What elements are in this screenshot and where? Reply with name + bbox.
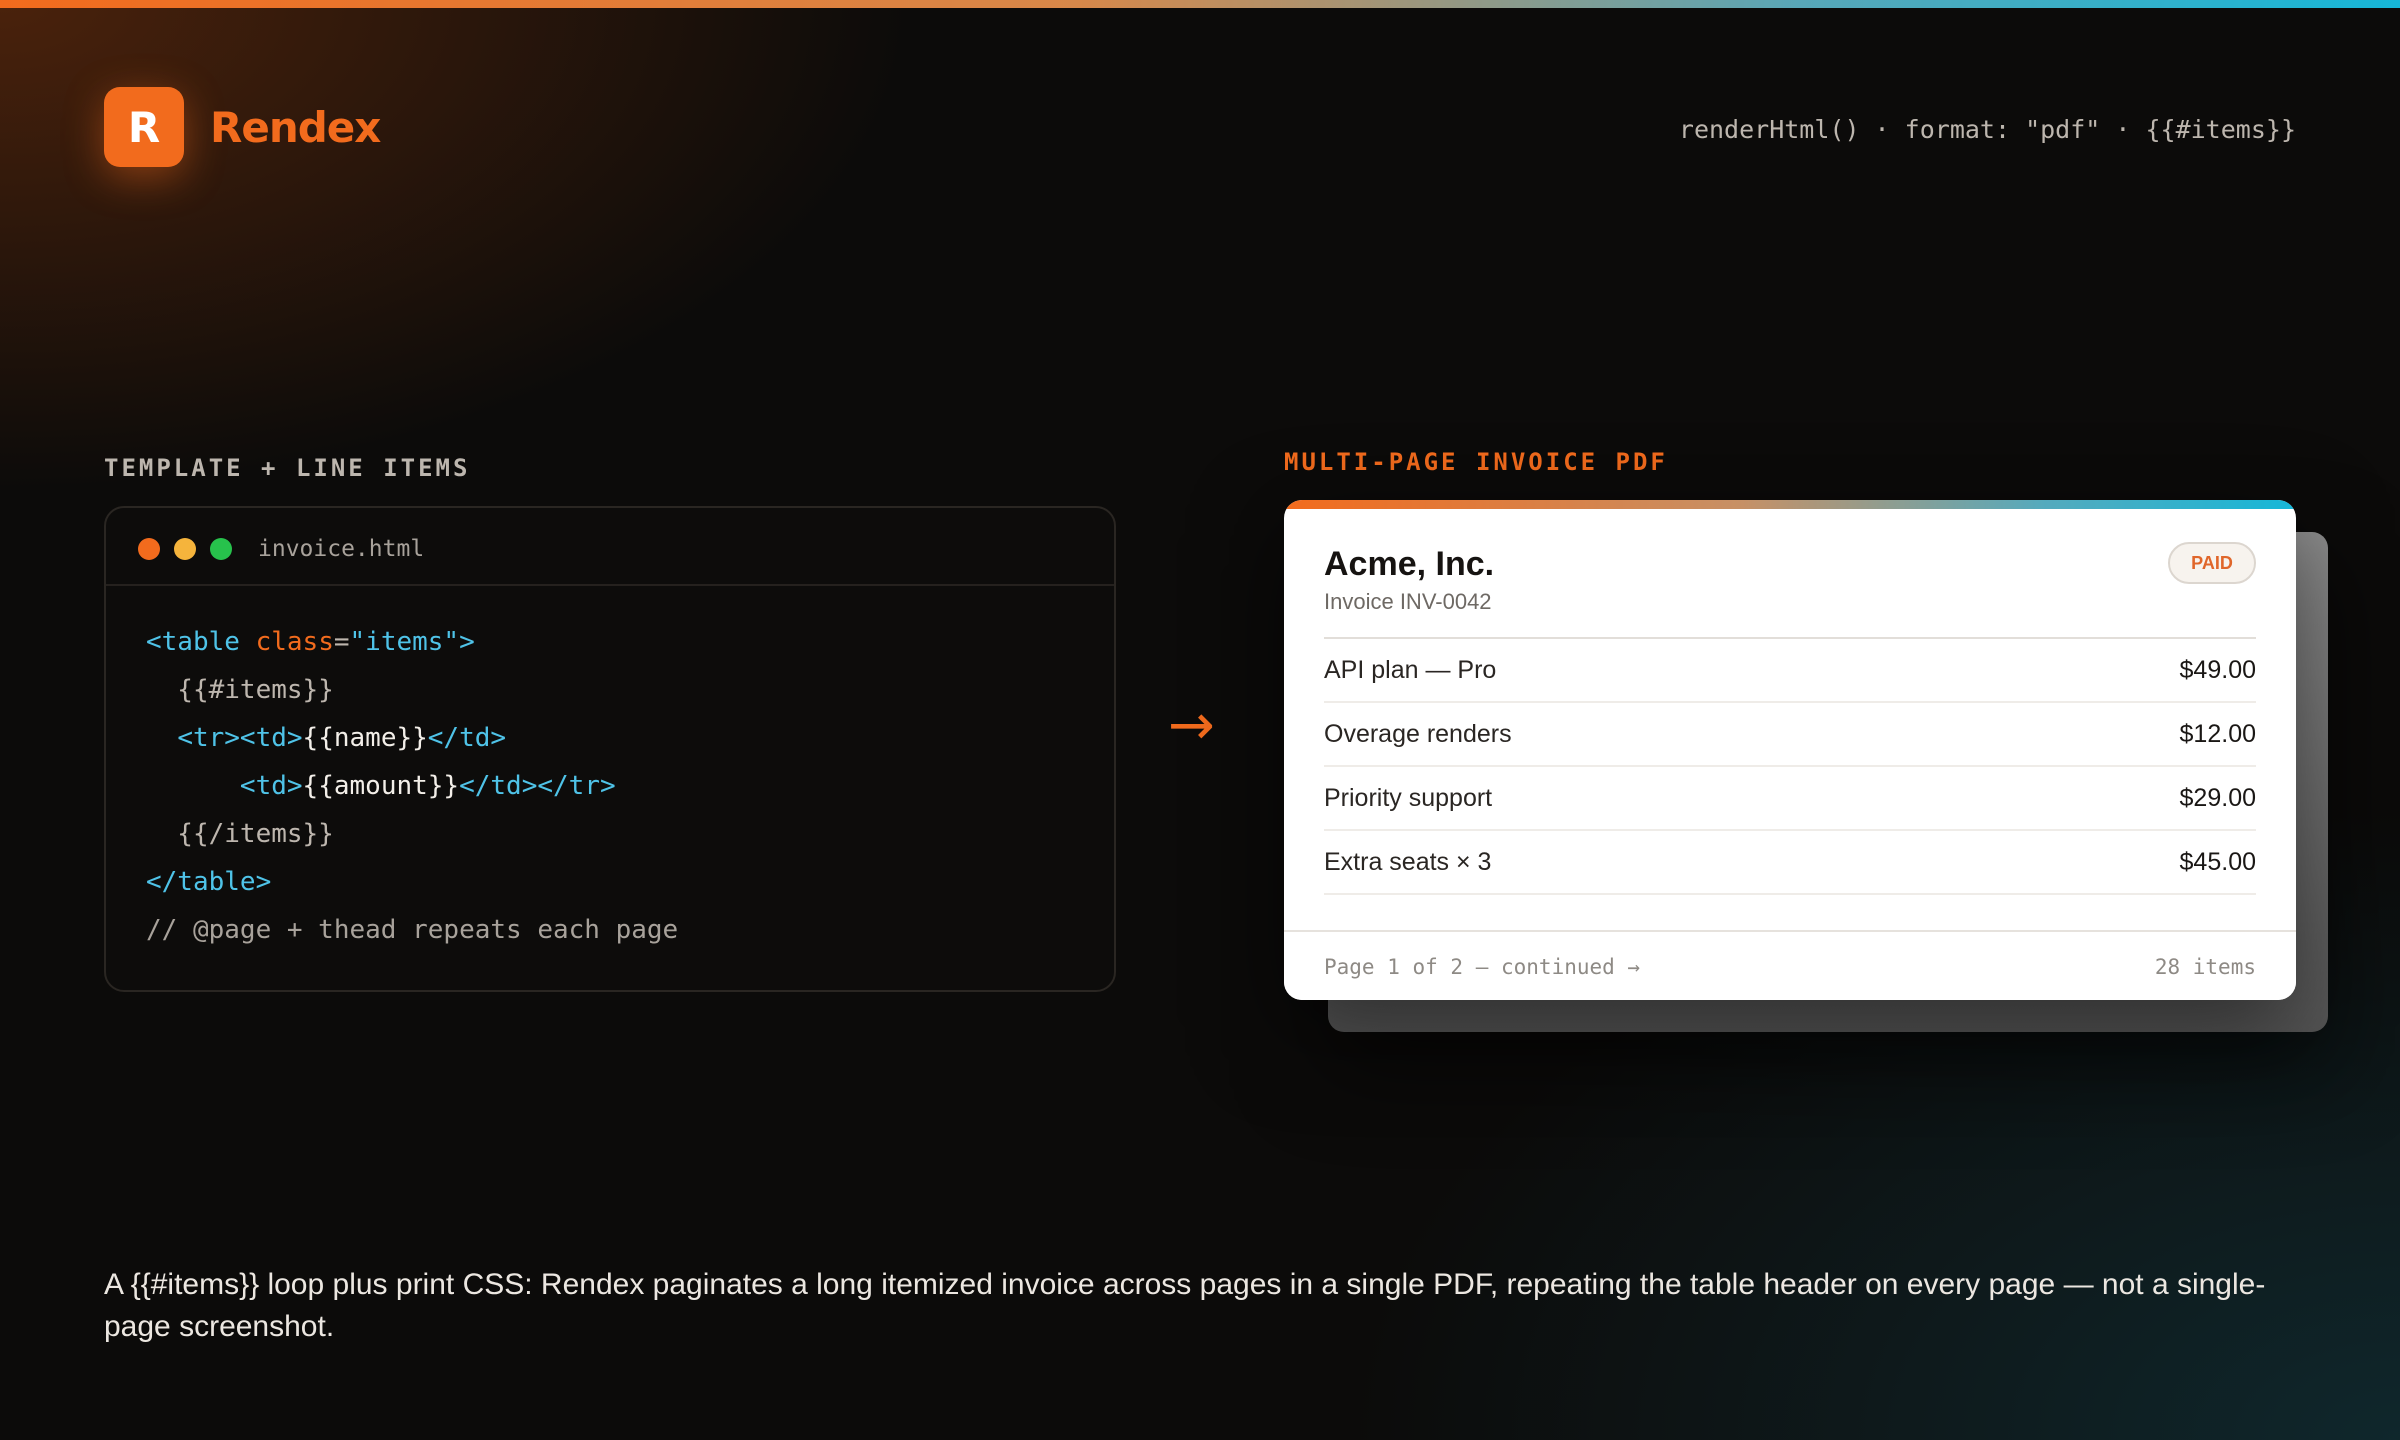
code-block: <table class="items"> {{#items}} <tr><td… — [146, 618, 678, 954]
caption-text: A {{#items}} loop plus print CSS: Rendex… — [104, 1268, 2266, 1343]
table-row: Priority support $29.00 — [1324, 767, 2256, 831]
code-token: </td> — [427, 723, 507, 753]
top-gradient-bar — [0, 0, 2400, 8]
pdf-section-label: MULTI-PAGE INVOICE PDF — [1284, 448, 1668, 476]
line-item-amount: $12.00 — [2179, 719, 2256, 748]
code-token: class — [255, 627, 334, 657]
code-token: "items" — [349, 627, 460, 657]
code-comment: // @page + thead repeats each page — [146, 915, 679, 945]
code-token: > — [459, 627, 475, 657]
code-token: {{name}} — [302, 723, 428, 753]
table-row: API plan — Pro $49.00 — [1324, 639, 2256, 703]
code-token: </td></tr> — [459, 771, 616, 801]
line-item-amount: $29.00 — [2179, 783, 2256, 812]
code-token: <table — [146, 627, 256, 657]
invoice-pdf-page: Acme, Inc. Invoice INV-0042 PAID API pla… — [1284, 500, 2296, 1000]
line-item-amount: $49.00 — [2179, 655, 2256, 684]
window-maximize-dot — [210, 538, 232, 560]
template-section-label: TEMPLATE + LINE ITEMS — [104, 454, 471, 482]
invoice-number: Invoice INV-0042 — [1324, 589, 1492, 614]
status-badge: PAID — [2168, 542, 2256, 584]
line-item-name: Extra seats × 3 — [1324, 847, 1492, 876]
logo-mark: R — [104, 87, 184, 167]
code-token: </table> — [146, 867, 272, 897]
line-item-name: Priority support — [1324, 783, 1493, 812]
line-item-name: API plan — Pro — [1324, 655, 1497, 684]
invoice-footer: Page 1 of 2 — continued → 28 items — [1284, 930, 2296, 1000]
table-row: Extra seats × 3 $45.00 — [1324, 831, 2256, 895]
code-line-1: <table class="items"> — [146, 618, 678, 666]
code-token: {{amount}} — [302, 771, 460, 801]
code-token: {{/items}} — [146, 819, 334, 849]
window-close-dot — [138, 538, 160, 560]
editor-filename: invoice.html — [258, 536, 425, 562]
code-line-5: {{/items}} — [146, 810, 678, 858]
editor-title-bar: invoice.html — [106, 508, 1114, 586]
page-indicator: Page 1 of 2 — continued → — [1324, 955, 1641, 979]
invoice-line-items: API plan — Pro $49.00 Overage renders $1… — [1324, 639, 2256, 895]
code-token: = — [333, 627, 350, 657]
brand-name: Rendex — [210, 103, 381, 152]
invoice-company-name: Acme, Inc. — [1324, 545, 1495, 583]
code-line-4: <td>{{amount}}</td></tr> — [146, 762, 678, 810]
code-token: <td> — [239, 771, 303, 801]
code-line-3: <tr><td>{{name}}</td> — [146, 714, 678, 762]
code-token: {{#items}} — [146, 675, 334, 705]
line-item-amount: $45.00 — [2179, 847, 2256, 876]
window-minimize-dot — [174, 538, 196, 560]
code-token: <tr><td> — [177, 723, 303, 753]
line-item-name: Overage renders — [1324, 719, 1512, 748]
code-line-7: // @page + thead repeats each page — [146, 906, 678, 954]
table-row: Overage renders $12.00 — [1324, 703, 2256, 767]
invoice-accent-strip — [1284, 500, 2296, 509]
code-line-6: </table> — [146, 858, 678, 906]
code-line-2: {{#items}} — [146, 666, 678, 714]
item-count: 28 items — [2154, 955, 2256, 979]
header-code-hint: renderHtml() · format: "pdf" · {{#items}… — [1678, 115, 2296, 144]
right-arrow-icon: → — [1168, 693, 1215, 758]
code-editor-window: invoice.html <table class="items"> {{#it… — [104, 506, 1116, 992]
